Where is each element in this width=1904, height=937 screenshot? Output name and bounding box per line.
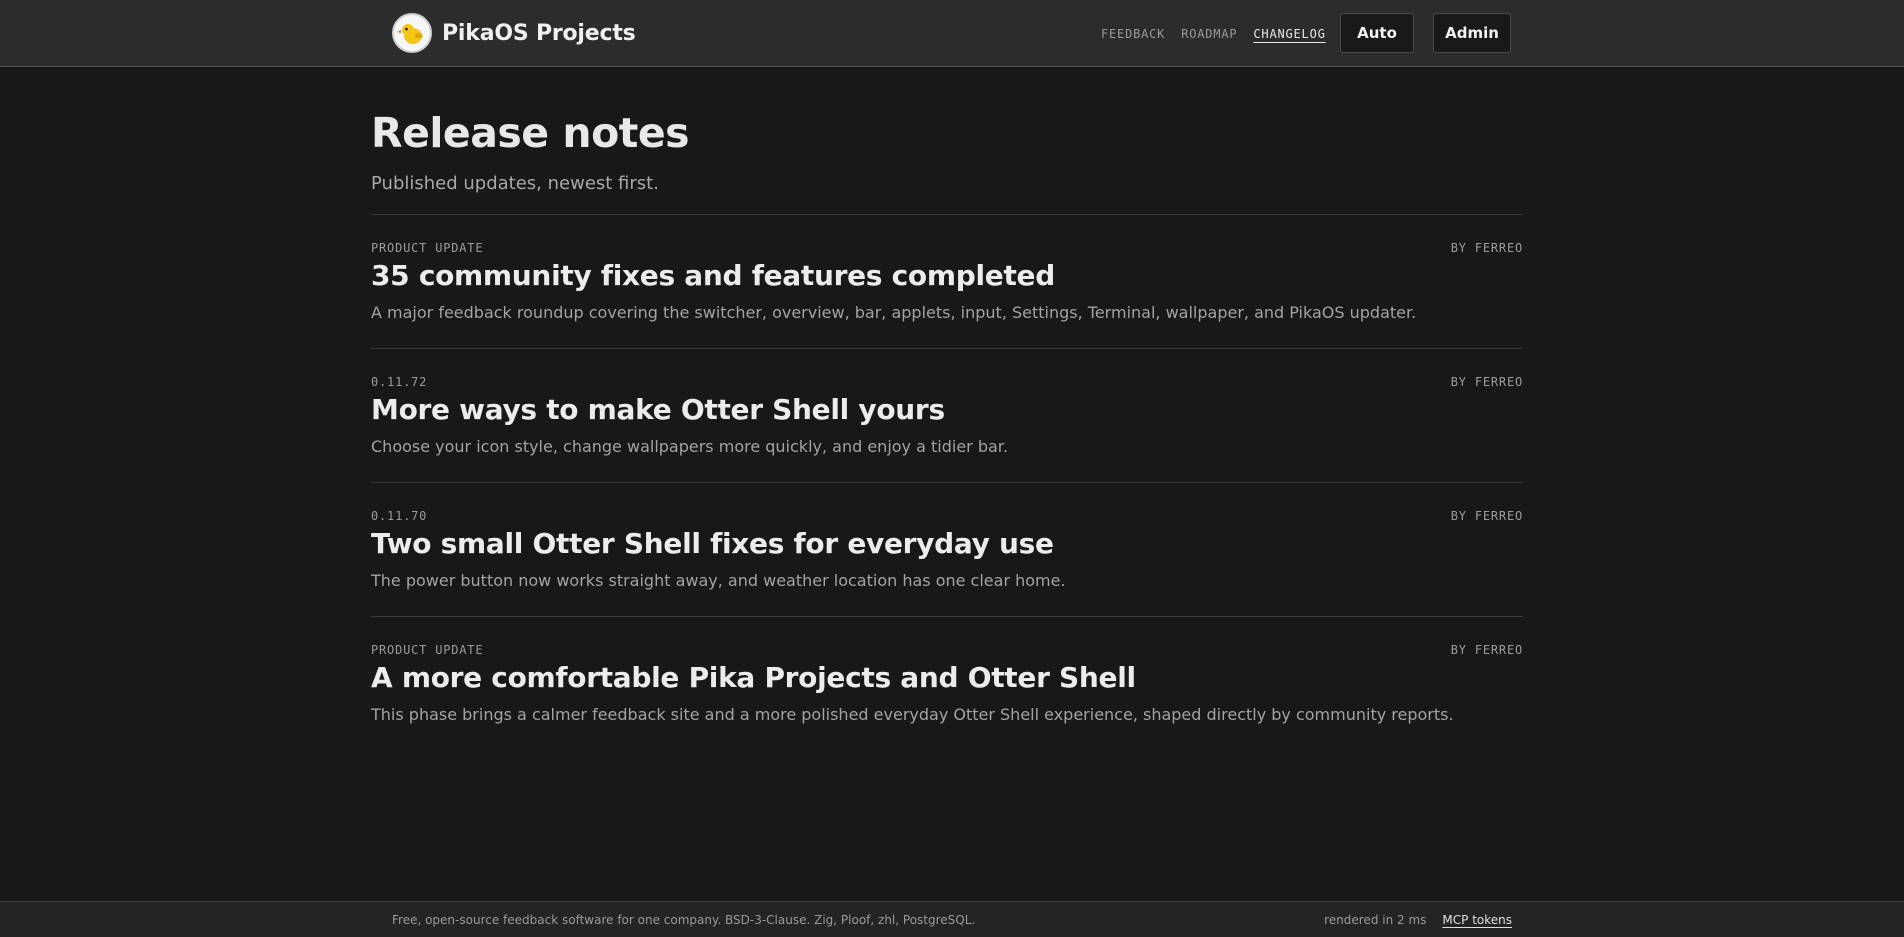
release-item: 0.11.72 BY FERREO More ways to make Otte… <box>371 349 1523 483</box>
release-tag: PRODUCT UPDATE <box>371 241 484 255</box>
brand-name: PikaOS Projects <box>442 20 636 46</box>
footer-right: rendered in 2 ms MCP tokens <box>1324 913 1512 927</box>
main-content: Release notes Published updates, newest … <box>371 67 1523 751</box>
release-title-link[interactable]: More ways to make Otter Shell yours <box>371 391 945 429</box>
footer: Free, open-source feedback software for … <box>0 901 1904 937</box>
page-title: Release notes <box>371 109 690 157</box>
nav-feedback[interactable]: FEEDBACK <box>1101 27 1165 41</box>
page-subtitle: Published updates, newest first. <box>371 173 659 194</box>
nav-changelog[interactable]: CHANGELOG <box>1253 27 1325 41</box>
release-title-link[interactable]: Two small Otter Shell fixes for everyday… <box>371 525 1054 563</box>
footer-text: Free, open-source feedback software for … <box>392 913 976 927</box>
release-summary: The power button now works straight away… <box>371 571 1066 590</box>
pika-logo-icon <box>392 13 432 53</box>
release-author: BY FERREO <box>1450 509 1523 523</box>
release-item: PRODUCT UPDATE BY FERREO A more comforta… <box>371 617 1523 751</box>
release-item: PRODUCT UPDATE BY FERREO 35 community fi… <box>371 215 1523 349</box>
release-author: BY FERREO <box>1450 241 1523 255</box>
release-summary: This phase brings a calmer feedback site… <box>371 705 1454 724</box>
release-author: BY FERREO <box>1450 643 1523 657</box>
release-item: 0.11.70 BY FERREO Two small Otter Shell … <box>371 483 1523 617</box>
release-title-link[interactable]: A more comfortable Pika Projects and Ott… <box>371 659 1136 697</box>
mcp-tokens-link[interactable]: MCP tokens <box>1442 913 1512 927</box>
render-timing: rendered in 2 ms <box>1324 913 1427 927</box>
theme-auto-button[interactable]: Auto <box>1340 13 1414 53</box>
release-tag: PRODUCT UPDATE <box>371 643 484 657</box>
release-author: BY FERREO <box>1450 375 1523 389</box>
brand-home-link[interactable]: PikaOS Projects <box>392 13 636 53</box>
release-title-link[interactable]: 35 community fixes and features complete… <box>371 257 1055 295</box>
release-summary: Choose your icon style, change wallpaper… <box>371 437 1008 456</box>
release-summary: A major feedback roundup covering the sw… <box>371 303 1417 322</box>
nav-roadmap[interactable]: ROADMAP <box>1181 27 1237 41</box>
release-tag: 0.11.70 <box>371 509 428 523</box>
main-nav: FEEDBACK ROADMAP CHANGELOG <box>1101 0 1326 67</box>
admin-button[interactable]: Admin <box>1433 13 1511 53</box>
release-tag: 0.11.72 <box>371 375 428 389</box>
top-bar: PikaOS Projects FEEDBACK ROADMAP CHANGEL… <box>0 0 1904 67</box>
release-list: PRODUCT UPDATE BY FERREO 35 community fi… <box>371 215 1523 751</box>
